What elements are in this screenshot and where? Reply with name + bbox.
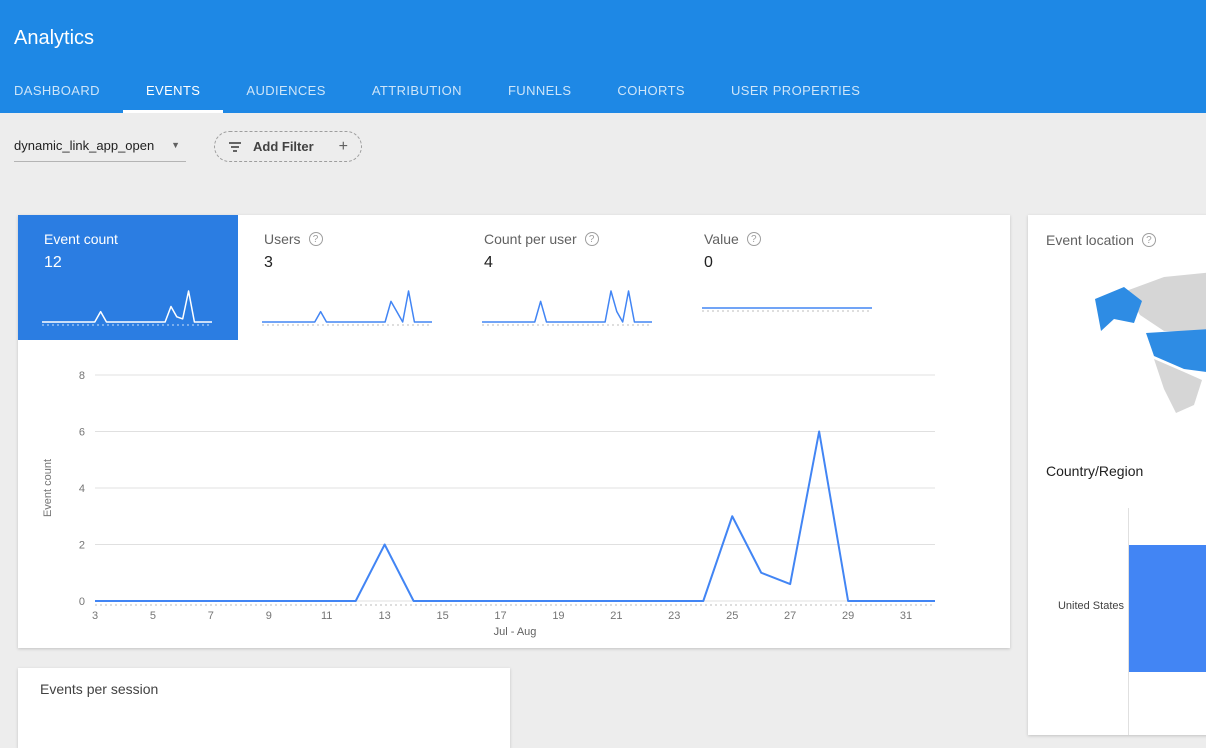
sparkline-value [700, 286, 878, 330]
plus-icon: + [325, 138, 348, 156]
help-icon[interactable]: ? [1142, 233, 1156, 247]
help-icon[interactable]: ? [585, 232, 599, 246]
add-filter-label: Add Filter [253, 139, 314, 154]
event-location-map [1092, 259, 1206, 449]
map-united-states [1146, 327, 1206, 373]
tab-cohorts[interactable]: COHORTS [594, 71, 708, 113]
svg-text:9: 9 [266, 610, 272, 622]
events-overview-card: Event count 12 Users ? 3 Count per user … [18, 215, 1010, 648]
sparkline-users [260, 286, 438, 330]
metric-tile-count-per-user[interactable]: Count per user ? 4 [458, 215, 678, 340]
event-location-title: Event location [1046, 232, 1134, 248]
events-per-session-card: Events per session [18, 668, 510, 748]
metric-value: 4 [484, 254, 678, 272]
app-header: Analytics DASHBOARD EVENTS AUDIENCES ATT… [0, 0, 1206, 113]
tab-user-properties[interactable]: USER PROPERTIES [708, 71, 883, 113]
metric-value: 12 [44, 254, 238, 272]
tab-dashboard[interactable]: DASHBOARD [14, 71, 123, 113]
metric-label: Value [704, 231, 739, 247]
svg-text:27: 27 [784, 610, 796, 622]
svg-text:3: 3 [92, 610, 98, 622]
svg-text:Jul - Aug: Jul - Aug [494, 626, 537, 638]
app-title: Analytics [14, 27, 94, 50]
svg-text:13: 13 [379, 610, 391, 622]
svg-text:29: 29 [842, 610, 854, 622]
svg-text:11: 11 [321, 610, 332, 622]
tab-attribution[interactable]: ATTRIBUTION [349, 71, 485, 113]
metric-label: Count per user [484, 231, 577, 247]
metric-tile-event-count[interactable]: Event count 12 [18, 215, 238, 340]
event-location-card: Event location ? Country/Region United S… [1028, 215, 1206, 735]
svg-text:4: 4 [79, 483, 85, 495]
tab-audiences[interactable]: AUDIENCES [223, 71, 348, 113]
svg-text:17: 17 [494, 610, 506, 622]
country-row-label: United States [1028, 600, 1124, 612]
svg-text:2: 2 [79, 540, 85, 552]
svg-text:6: 6 [79, 427, 85, 439]
svg-text:15: 15 [436, 610, 448, 622]
sparkline-event-count [40, 286, 218, 330]
chevron-down-icon: ▼ [171, 140, 180, 150]
events-per-session-title: Events per session [40, 681, 158, 697]
svg-text:0: 0 [79, 596, 85, 608]
country-region-header: Country/Region [1046, 463, 1143, 479]
svg-text:5: 5 [150, 610, 156, 622]
metric-value: 3 [264, 254, 458, 272]
event-selector-dropdown[interactable]: dynamic_link_app_open ▼ [14, 132, 186, 162]
svg-text:7: 7 [208, 610, 214, 622]
metric-tiles: Event count 12 Users ? 3 Count per user … [18, 215, 898, 340]
svg-text:31: 31 [900, 610, 912, 622]
metric-value: 0 [704, 254, 898, 272]
sparkline-count-per-user [480, 286, 658, 330]
event-selector-value: dynamic_link_app_open [14, 138, 154, 153]
help-icon[interactable]: ? [747, 232, 761, 246]
tab-funnels[interactable]: FUNNELS [485, 71, 594, 113]
tab-events[interactable]: EVENTS [123, 71, 223, 113]
svg-text:19: 19 [552, 610, 564, 622]
main-line-chart: 0 2 4 6 8 3 5 7 9 11 13 15 17 19 21 23 25 27 29 31 Jul - Aug [18, 355, 1010, 645]
metric-tile-users[interactable]: Users ? 3 [238, 215, 458, 340]
metric-tile-value[interactable]: Value ? 0 [678, 215, 898, 340]
country-row-bar [1129, 545, 1206, 672]
filter-bar: dynamic_link_app_open ▼ Add Filter + [14, 131, 362, 162]
tab-bar: DASHBOARD EVENTS AUDIENCES ATTRIBUTION F… [14, 71, 883, 113]
filter-icon [228, 141, 242, 153]
svg-text:25: 25 [726, 610, 738, 622]
svg-text:23: 23 [668, 610, 680, 622]
add-filter-button[interactable]: Add Filter + [214, 131, 362, 162]
svg-text:8: 8 [79, 370, 85, 382]
metric-label: Event count [44, 231, 118, 247]
metric-label: Users [264, 231, 301, 247]
help-icon[interactable]: ? [309, 232, 323, 246]
svg-text:21: 21 [610, 610, 622, 622]
